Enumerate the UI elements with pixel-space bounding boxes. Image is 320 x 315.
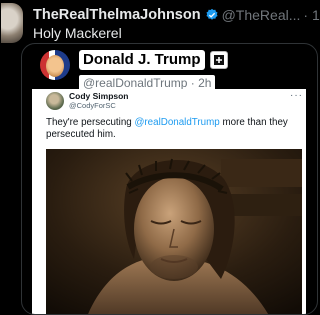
- affiliation-badge-icon: [209, 51, 228, 69]
- inner-author-handle: @CodyForSC: [69, 101, 116, 110]
- inner-avatar: [46, 92, 64, 110]
- more-options-icon: ···: [290, 90, 303, 101]
- mention-link: @realDonaldTrump: [134, 117, 220, 128]
- avatar-face-icon: [46, 55, 64, 77]
- tweet-image: [46, 149, 302, 314]
- author-row: TheRealThelmaJohnson @TheReal... · 1h: [33, 5, 320, 25]
- quoted-avatar[interactable]: [40, 50, 70, 80]
- embedded-tweet-screenshot[interactable]: Cody Simpson @CodyForSC ··· They're pers…: [32, 89, 306, 314]
- crucifixion-painting-image: [46, 149, 302, 314]
- verified-badge-icon: [206, 8, 218, 20]
- timestamp[interactable]: · 1h: [303, 7, 320, 23]
- quoted-timestamp[interactable]: · 2h: [191, 76, 212, 90]
- quoted-author-handle[interactable]: @realDonaldTrump: [83, 76, 187, 90]
- quoted-author-name[interactable]: Donald J. Trump: [79, 50, 205, 70]
- tweet-text: Holy Mackerel: [33, 25, 122, 41]
- author-name[interactable]: TheRealThelmaJohnson: [33, 7, 201, 23]
- inner-author-name: Cody Simpson: [69, 91, 129, 101]
- author-handle[interactable]: @TheReal...: [222, 7, 301, 23]
- avatar[interactable]: [1, 3, 23, 43]
- inner-tweet-text: They're persecuting @realDonaldTrump mor…: [46, 117, 296, 141]
- inner-text-part: They're persecuting: [46, 117, 135, 128]
- quoted-tweet-card[interactable]: Donald J. Trump @realDonaldTrump · 2h Co…: [21, 43, 318, 315]
- quoted-author-row: Donald J. Trump: [79, 50, 228, 70]
- eagle-seal-icon: [213, 55, 224, 65]
